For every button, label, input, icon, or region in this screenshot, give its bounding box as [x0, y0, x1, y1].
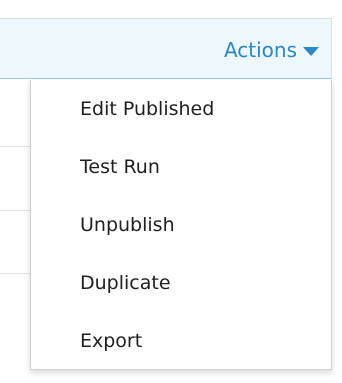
menu-item-duplicate[interactable]: Duplicate	[31, 254, 331, 312]
menu-item-unpublish[interactable]: Unpublish	[31, 196, 331, 254]
menu-item-export[interactable]: Export	[31, 312, 331, 370]
actions-button[interactable]: Actions	[224, 19, 319, 80]
menu-item-label: Export	[80, 330, 143, 352]
caret-down-icon	[303, 46, 319, 56]
page: Actions Edit Published Test Run Unpublis…	[0, 0, 342, 383]
menu-item-edit-published[interactable]: Edit Published	[31, 80, 331, 138]
menu-item-label: Duplicate	[80, 272, 171, 294]
menu-item-label: Unpublish	[80, 214, 175, 236]
table-row-divider	[0, 210, 30, 211]
menu-item-label: Edit Published	[80, 98, 215, 120]
table-row-divider	[0, 146, 30, 147]
background-table	[0, 80, 30, 370]
actions-button-label: Actions	[223, 37, 297, 62]
actions-toolbar: Actions	[0, 18, 332, 79]
actions-dropdown-menu: Edit Published Test Run Unpublish Duplic…	[30, 80, 332, 370]
menu-item-label: Test Run	[80, 156, 160, 178]
menu-item-test-run[interactable]: Test Run	[31, 138, 331, 196]
table-row-divider	[0, 273, 30, 274]
